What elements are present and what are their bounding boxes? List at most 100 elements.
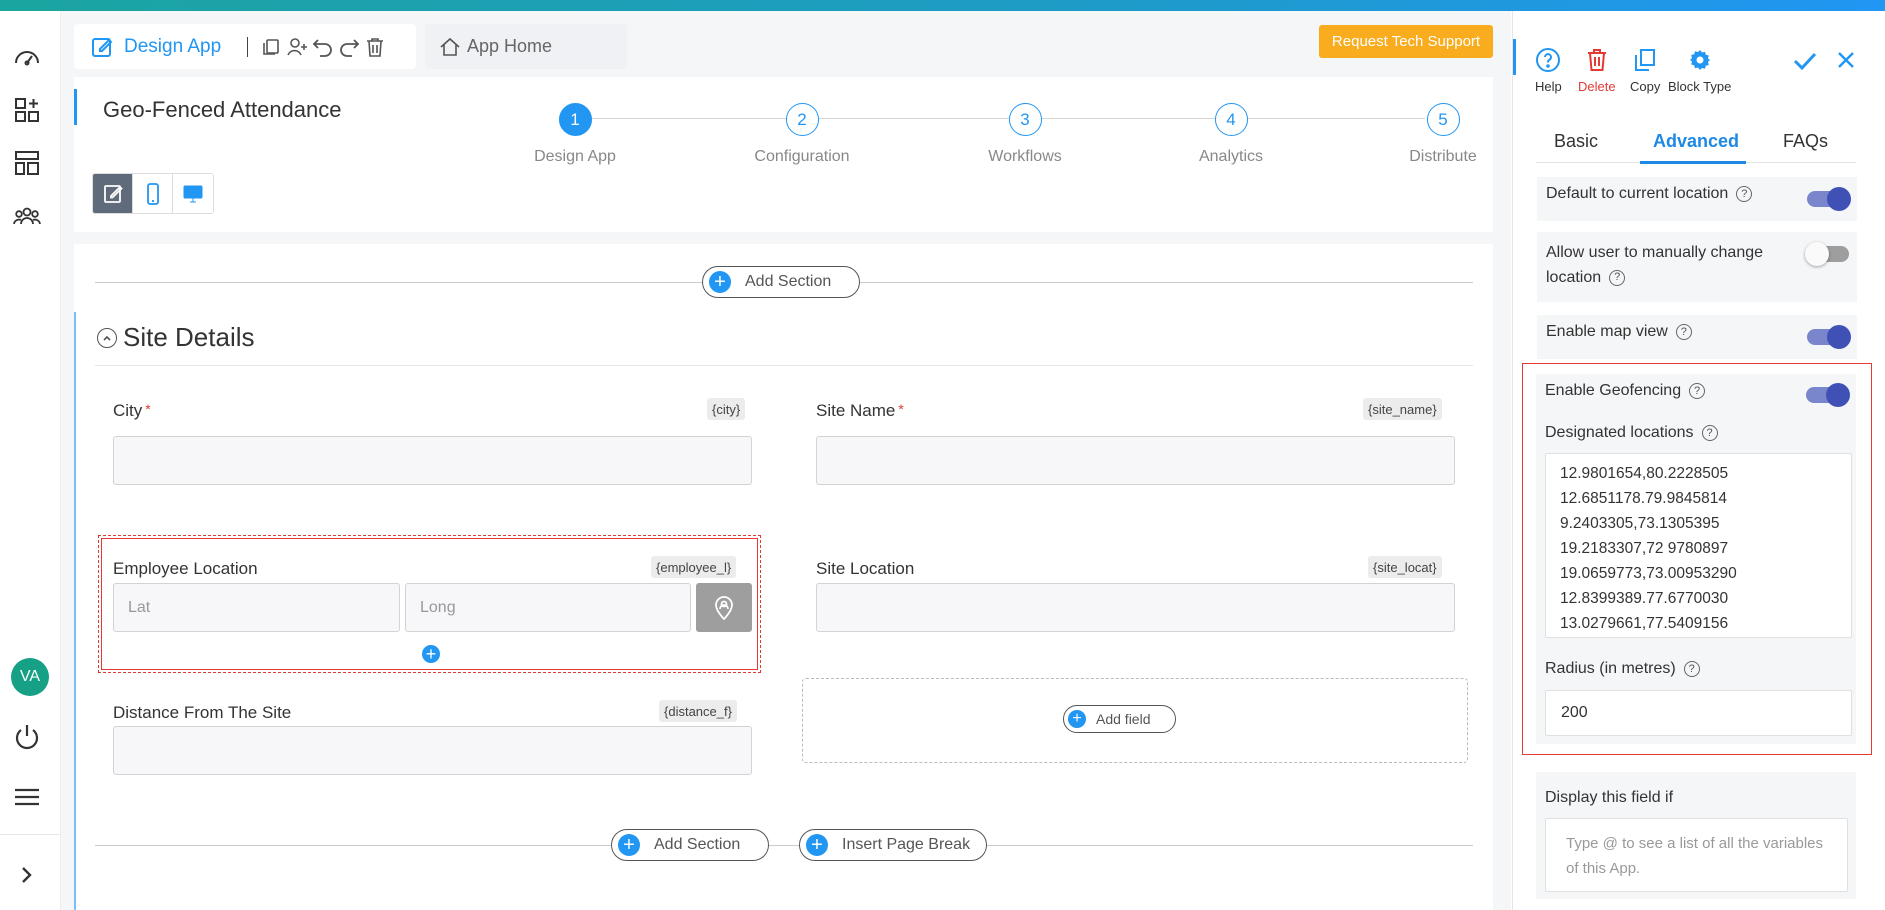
step-analytics[interactable]: 4 Analytics (1171, 103, 1291, 166)
step-design-app[interactable]: 1 Design App (515, 103, 635, 166)
default-location-toggle[interactable] (1807, 187, 1851, 211)
city-variable-tag: {city} (707, 398, 746, 420)
location-line: 9.2403305,73.1305395 (1560, 515, 1720, 532)
section-indicator-line (74, 312, 76, 910)
display-condition-input[interactable]: Type @ to see a list of all the variable… (1545, 818, 1848, 892)
add-field-below-icon[interactable]: + (420, 643, 442, 665)
longitude-input[interactable]: Long (405, 583, 691, 632)
radius-input[interactable]: 200 (1545, 690, 1852, 736)
app-title: Geo-Fenced Attendance (103, 97, 342, 122)
plus-icon: + (709, 271, 731, 293)
map-view-toggle[interactable] (1807, 325, 1851, 349)
app-home-button[interactable]: App Home (425, 24, 627, 69)
request-support-button[interactable]: Request Tech Support (1319, 25, 1493, 58)
designated-locations-textarea[interactable]: 12.9801654,80.2228505 12.6851178.79.9845… (1545, 453, 1852, 638)
close-icon[interactable] (1835, 49, 1857, 76)
add-section-button[interactable]: + Add Section (702, 266, 860, 298)
latitude-input[interactable]: Lat (113, 583, 400, 632)
menu-icon[interactable] (11, 781, 43, 813)
help-icon[interactable]: ? (1736, 185, 1753, 202)
gear-icon (1689, 50, 1710, 70)
insert-page-break-button[interactable]: + Insert Page Break (799, 829, 987, 861)
option-manual-change: Allow user to manually change location? (1537, 232, 1857, 302)
copy-icon (1635, 49, 1656, 71)
layout-icon[interactable] (11, 147, 43, 179)
location-line: 12.6851178.79.9845814 (1560, 490, 1727, 507)
help-icon[interactable]: ? (1609, 269, 1626, 286)
copy-page-icon[interactable] (258, 34, 284, 60)
team-icon[interactable] (11, 200, 43, 232)
undo-icon[interactable] (310, 34, 336, 60)
confirm-check-icon[interactable] (1791, 47, 1819, 80)
mobile-view-icon[interactable] (133, 174, 173, 213)
latitude-placeholder: Lat (128, 599, 151, 616)
user-avatar[interactable]: VA (11, 658, 49, 696)
step-label: Design App (534, 148, 616, 165)
site-location-input[interactable] (816, 583, 1455, 632)
designated-locations-label: Designated locations? (1545, 424, 1718, 442)
design-app-button[interactable]: Design App (74, 35, 221, 59)
step-configuration[interactable]: 2 Configuration (742, 103, 862, 166)
toolbar-separator (247, 36, 249, 57)
step-distribute[interactable]: 5 Distribute (1383, 103, 1503, 166)
tab-basic[interactable]: Basic (1554, 131, 1598, 152)
step-workflows[interactable]: 3 Workflows (965, 103, 1085, 166)
trash-icon[interactable] (362, 34, 388, 60)
site-name-input[interactable] (816, 436, 1455, 485)
step-label: Distribute (1409, 148, 1477, 165)
collapse-chevron-icon[interactable] (97, 327, 117, 348)
apps-add-icon[interactable] (11, 94, 43, 126)
option-label: Default to current location (1546, 185, 1729, 202)
delete-label: Delete (1578, 79, 1616, 94)
plus-icon: + (806, 834, 828, 856)
help-icon[interactable]: ? (1683, 660, 1700, 677)
tab-faqs[interactable]: FAQs (1783, 131, 1828, 152)
location-line: 19.2183307,72 9780897 (1560, 540, 1729, 557)
city-input[interactable] (113, 436, 752, 485)
main-area: Design App App Home Request Tech Support… (61, 11, 1511, 910)
city-field-label: City * (113, 401, 151, 420)
help-icon[interactable]: ? (1689, 382, 1706, 399)
step-number: 3 (1008, 103, 1042, 136)
app-header-card: Geo-Fenced Attendance 1 Design App 2 Con… (74, 77, 1493, 232)
help-button[interactable]: Help (1535, 47, 1562, 94)
top-gradient-bar (0, 0, 1885, 11)
site-name-variable-tag: {site_name} (1363, 398, 1442, 420)
section-divider (95, 845, 1473, 846)
option-map-view: Enable map view? (1537, 315, 1857, 359)
power-icon[interactable] (11, 721, 43, 753)
copy-button[interactable]: Copy (1630, 47, 1660, 94)
manual-change-toggle[interactable] (1805, 242, 1849, 266)
left-rail: VA (0, 11, 61, 910)
dashboard-icon[interactable] (11, 41, 43, 73)
desktop-view-icon[interactable] (173, 174, 213, 213)
locate-me-button[interactable] (696, 583, 752, 632)
plus-icon: + (618, 834, 640, 856)
edit-view-icon[interactable] (93, 174, 133, 213)
step-number: 1 (558, 103, 592, 136)
delete-button[interactable]: Delete (1578, 47, 1616, 94)
location-line: 13.0279661,77.5409156 (1560, 615, 1729, 632)
tab-advanced[interactable]: Advanced (1653, 131, 1739, 152)
add-section-button[interactable]: + Add Section (611, 829, 769, 861)
add-field-button[interactable]: + Add field (1063, 705, 1176, 733)
distance-field-label: Distance From The Site (113, 703, 292, 722)
add-section-label: Add Section (654, 836, 741, 853)
site-location-label: Site Location (816, 559, 915, 578)
help-icon[interactable]: ? (1701, 424, 1718, 441)
help-label: Help (1535, 79, 1562, 94)
geofencing-toggle[interactable] (1806, 383, 1850, 407)
trash-icon (1587, 49, 1606, 71)
help-icon[interactable]: ? (1675, 323, 1692, 340)
redo-icon[interactable] (336, 34, 362, 60)
rail-divider (0, 834, 61, 835)
block-type-button[interactable]: Block Type (1668, 47, 1731, 94)
distance-input[interactable] (113, 726, 752, 775)
form-canvas: + Add Section Site Details City * {city} … (74, 244, 1493, 910)
section-header[interactable]: Site Details (97, 322, 255, 353)
add-user-icon[interactable] (284, 34, 310, 60)
expand-chevron-icon[interactable] (11, 859, 43, 891)
step-label: Analytics (1198, 148, 1264, 165)
panel-tabs: Basic Advanced FAQs (1536, 119, 1856, 164)
section-title: Site Details (123, 322, 255, 352)
